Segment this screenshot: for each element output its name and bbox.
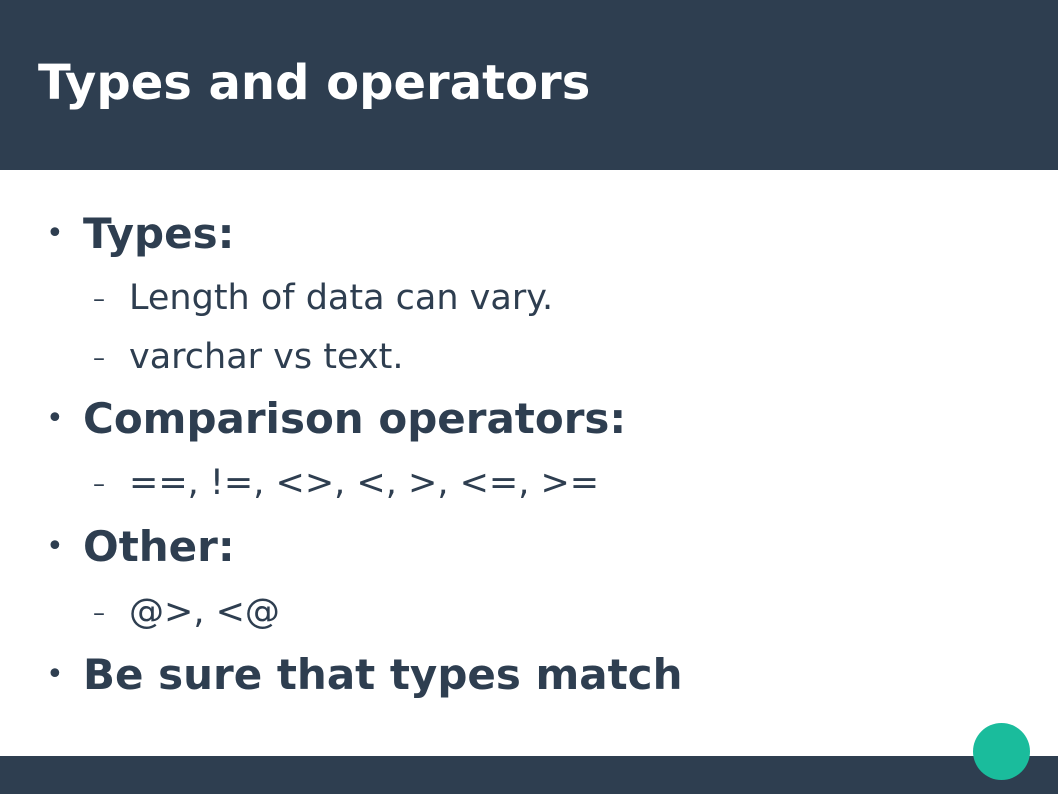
slide-body: • Types: – Length of data can vary. – va…: [0, 0, 1058, 794]
accent-circle: [973, 723, 1030, 780]
bullet-item-comparison: Comparison operators:: [83, 394, 627, 443]
sub-item-length: Length of data can vary.: [129, 278, 554, 318]
sub-bullet-marker: –: [93, 599, 105, 627]
sub-item-containment: @>, <@: [129, 592, 280, 632]
sub-item-operators: ==, !=, <>, <, >, <=, >=: [129, 463, 600, 503]
bullet-marker: •: [46, 657, 64, 692]
footer-bar: [0, 756, 1058, 794]
bullet-item-types: Types:: [83, 209, 235, 258]
bullet-marker: •: [46, 216, 64, 251]
sub-bullet-marker: –: [93, 470, 105, 498]
sub-bullet-marker: –: [93, 344, 105, 372]
bullet-marker: •: [46, 529, 64, 564]
sub-item-varchar: varchar vs text.: [129, 337, 404, 377]
bullet-marker: •: [46, 401, 64, 436]
bullet-item-types-match: Be sure that types match: [83, 650, 683, 699]
bullet-item-other: Other:: [83, 522, 235, 571]
sub-bullet-marker: –: [93, 285, 105, 313]
